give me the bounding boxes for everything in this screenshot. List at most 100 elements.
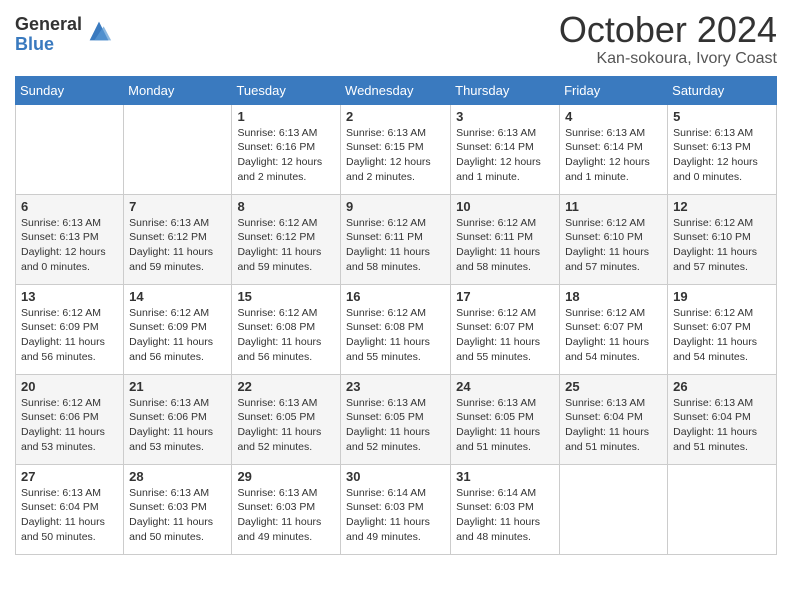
calendar-cell: 17 Sunrise: 6:12 AMSunset: 6:07 PMDayligh… [451, 284, 560, 374]
day-info: Sunrise: 6:13 AMSunset: 6:03 PMDaylight:… [129, 486, 226, 545]
day-number: 19 [673, 289, 771, 304]
calendar-cell: 24Sunrise: 6:13 AMSunset: 6:05 PMDayligh… [451, 374, 560, 464]
calendar-cell: 23Sunrise: 6:13 AMSunset: 6:05 PMDayligh… [341, 374, 451, 464]
day-info: Sunrise: 6:13 AMSunset: 6:04 PMDaylight:… [673, 396, 771, 455]
day-number: 13 [21, 289, 118, 304]
calendar-cell: 11 Sunrise: 6:12 AMSunset: 6:10 PMDayligh… [560, 194, 668, 284]
calendar-cell: 22 Sunrise: 6:13 AMSunset: 6:05 PMDayligh… [232, 374, 341, 464]
calendar-cell: 6 Sunrise: 6:13 AMSunset: 6:13 PMDaylight… [16, 194, 124, 284]
calendar-cell: 20Sunrise: 6:12 AMSunset: 6:06 PMDayligh… [16, 374, 124, 464]
calendar-cell: 13Sunrise: 6:12 AMSunset: 6:09 PMDayligh… [16, 284, 124, 374]
day-number: 22 [237, 379, 335, 394]
calendar-cell [16, 104, 124, 194]
calendar-week-row: 1Sunrise: 6:13 AMSunset: 6:16 PMDaylight… [16, 104, 777, 194]
day-number: 4 [565, 109, 662, 124]
calendar-cell: 18 Sunrise: 6:12 AMSunset: 6:07 PMDayligh… [560, 284, 668, 374]
calendar-cell: 12 Sunrise: 6:12 AMSunset: 6:10 PMDayligh… [668, 194, 777, 284]
day-header-friday: Friday [560, 76, 668, 104]
calendar-cell: 26 Sunrise: 6:13 AMSunset: 6:04 PMDayligh… [668, 374, 777, 464]
day-info: Sunrise: 6:12 AMSunset: 6:11 PMDaylight:… [456, 216, 554, 275]
day-number: 3 [456, 109, 554, 124]
day-number: 30 [346, 469, 445, 484]
logo-blue: Blue [15, 35, 82, 55]
calendar-header-row: SundayMondayTuesdayWednesdayThursdayFrid… [16, 76, 777, 104]
day-info: Sunrise: 6:13 AMSunset: 6:14 PMDaylight:… [565, 126, 662, 185]
calendar-cell: 3 Sunrise: 6:13 AMSunset: 6:14 PMDaylight… [451, 104, 560, 194]
calendar-cell: 19Sunrise: 6:12 AMSunset: 6:07 PMDayligh… [668, 284, 777, 374]
calendar-cell: 27Sunrise: 6:13 AMSunset: 6:04 PMDayligh… [16, 464, 124, 554]
calendar-cell [560, 464, 668, 554]
day-info: Sunrise: 6:13 AMSunset: 6:06 PMDaylight:… [129, 396, 226, 455]
day-info: Sunrise: 6:12 AMSunset: 6:07 PMDaylight:… [565, 306, 662, 365]
day-info: Sunrise: 6:13 AMSunset: 6:05 PMDaylight:… [237, 396, 335, 455]
day-number: 5 [673, 109, 771, 124]
day-info: Sunrise: 6:12 AMSunset: 6:11 PMDaylight:… [346, 216, 445, 275]
day-number: 26 [673, 379, 771, 394]
calendar-week-row: 27Sunrise: 6:13 AMSunset: 6:04 PMDayligh… [16, 464, 777, 554]
day-info: Sunrise: 6:13 AMSunset: 6:13 PMDaylight:… [673, 126, 771, 185]
calendar-cell: 7Sunrise: 6:13 AMSunset: 6:12 PMDaylight… [124, 194, 232, 284]
logo-icon [85, 17, 113, 45]
day-number: 31 [456, 469, 554, 484]
day-info: Sunrise: 6:13 AMSunset: 6:15 PMDaylight:… [346, 126, 445, 185]
day-number: 6 [21, 199, 118, 214]
day-info: Sunrise: 6:13 AMSunset: 6:04 PMDaylight:… [565, 396, 662, 455]
day-info: Sunrise: 6:13 AMSunset: 6:05 PMDaylight:… [346, 396, 445, 455]
day-info: Sunrise: 6:12 AMSunset: 6:08 PMDaylight:… [346, 306, 445, 365]
calendar-week-row: 13Sunrise: 6:12 AMSunset: 6:09 PMDayligh… [16, 284, 777, 374]
day-number: 11 [565, 199, 662, 214]
day-number: 21 [129, 379, 226, 394]
calendar-cell: 8Sunrise: 6:12 AMSunset: 6:12 PMDaylight… [232, 194, 341, 284]
day-number: 15 [237, 289, 335, 304]
calendar-cell: 21 Sunrise: 6:13 AMSunset: 6:06 PMDayligh… [124, 374, 232, 464]
day-number: 9 [346, 199, 445, 214]
calendar-cell [124, 104, 232, 194]
calendar-table: SundayMondayTuesdayWednesdayThursdayFrid… [15, 76, 777, 555]
day-number: 18 [565, 289, 662, 304]
day-number: 14 [129, 289, 226, 304]
calendar-cell: 2Sunrise: 6:13 AMSunset: 6:15 PMDaylight… [341, 104, 451, 194]
calendar-cell: 29 Sunrise: 6:13 AMSunset: 6:03 PMDayligh… [232, 464, 341, 554]
page-header: General Blue October 2024 Kan-sokoura, I… [15, 10, 777, 68]
day-header-wednesday: Wednesday [341, 76, 451, 104]
calendar-week-row: 6 Sunrise: 6:13 AMSunset: 6:13 PMDaylight… [16, 194, 777, 284]
calendar-cell: 16 Sunrise: 6:12 AMSunset: 6:08 PMDayligh… [341, 284, 451, 374]
calendar-cell: 9 Sunrise: 6:12 AMSunset: 6:11 PMDaylight… [341, 194, 451, 284]
calendar-cell: 28 Sunrise: 6:13 AMSunset: 6:03 PMDayligh… [124, 464, 232, 554]
day-info: Sunrise: 6:12 AMSunset: 6:10 PMDaylight:… [673, 216, 771, 275]
day-number: 28 [129, 469, 226, 484]
day-number: 24 [456, 379, 554, 394]
calendar-cell: 4 Sunrise: 6:13 AMSunset: 6:14 PMDaylight… [560, 104, 668, 194]
logo: General Blue [15, 10, 113, 55]
day-header-tuesday: Tuesday [232, 76, 341, 104]
title-area: October 2024 Kan-sokoura, Ivory Coast [559, 10, 777, 68]
day-info: Sunrise: 6:12 AMSunset: 6:07 PMDaylight:… [456, 306, 554, 365]
calendar-cell: 30 Sunrise: 6:14 AMSunset: 6:03 PMDayligh… [341, 464, 451, 554]
day-info: Sunrise: 6:13 AMSunset: 6:04 PMDaylight:… [21, 486, 118, 545]
day-info: Sunrise: 6:13 AMSunset: 6:16 PMDaylight:… [237, 126, 335, 185]
day-number: 8 [237, 199, 335, 214]
calendar-cell: 14Sunrise: 6:12 AMSunset: 6:09 PMDayligh… [124, 284, 232, 374]
day-info: Sunrise: 6:12 AMSunset: 6:10 PMDaylight:… [565, 216, 662, 275]
day-number: 16 [346, 289, 445, 304]
day-header-saturday: Saturday [668, 76, 777, 104]
logo-general: General [15, 15, 82, 35]
day-info: Sunrise: 6:13 AMSunset: 6:13 PMDaylight:… [21, 216, 118, 275]
day-number: 12 [673, 199, 771, 214]
day-header-sunday: Sunday [16, 76, 124, 104]
day-info: Sunrise: 6:13 AMSunset: 6:03 PMDaylight:… [237, 486, 335, 545]
calendar-cell: 5 Sunrise: 6:13 AMSunset: 6:13 PMDaylight… [668, 104, 777, 194]
day-info: Sunrise: 6:12 AMSunset: 6:06 PMDaylight:… [21, 396, 118, 455]
calendar-week-row: 20Sunrise: 6:12 AMSunset: 6:06 PMDayligh… [16, 374, 777, 464]
day-number: 17 [456, 289, 554, 304]
day-info: Sunrise: 6:14 AMSunset: 6:03 PMDaylight:… [346, 486, 445, 545]
day-info: Sunrise: 6:14 AMSunset: 6:03 PMDaylight:… [456, 486, 554, 545]
day-header-monday: Monday [124, 76, 232, 104]
location-title: Kan-sokoura, Ivory Coast [559, 50, 777, 68]
day-number: 29 [237, 469, 335, 484]
day-info: Sunrise: 6:13 AMSunset: 6:14 PMDaylight:… [456, 126, 554, 185]
calendar-cell: 1Sunrise: 6:13 AMSunset: 6:16 PMDaylight… [232, 104, 341, 194]
calendar-cell: 15Sunrise: 6:12 AMSunset: 6:08 PMDayligh… [232, 284, 341, 374]
day-number: 10 [456, 199, 554, 214]
calendar-cell: 31 Sunrise: 6:14 AMSunset: 6:03 PMDayligh… [451, 464, 560, 554]
